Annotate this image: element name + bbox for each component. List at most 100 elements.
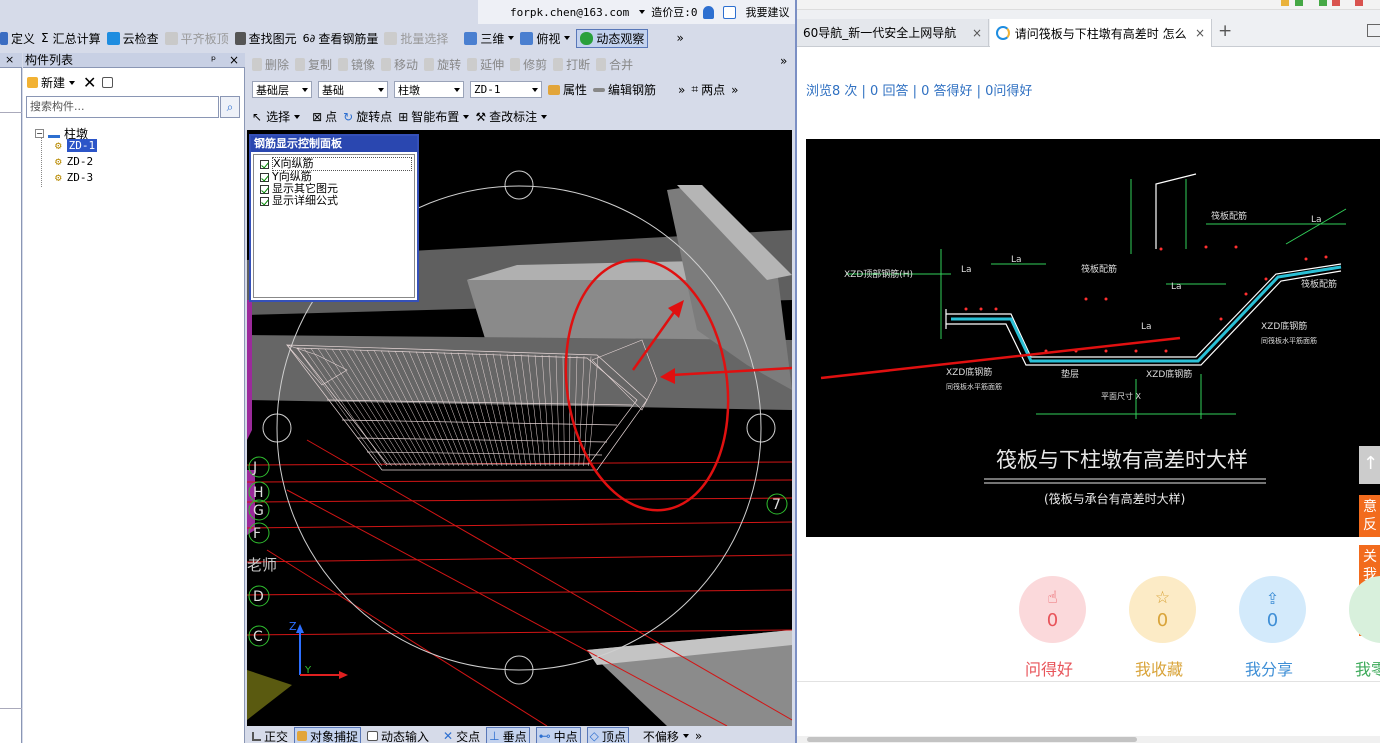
good-question-label[interactable]: 问得好 — [1025, 656, 1073, 680]
more-icon[interactable]: » — [780, 54, 787, 68]
bookmark-icon[interactable] — [1295, 0, 1303, 6]
new-tab-button[interactable]: + — [1218, 21, 1232, 41]
component-list-panel: 构件列表 ᵖ × 新建 ✕ 搜索构件... ⌕ − 柱墩 ⚙ ZD-1 ⚙ ZD… — [23, 53, 245, 743]
gear-icon: ⚙ — [55, 139, 62, 152]
batch-select-button[interactable]: 批量选择 — [384, 30, 448, 47]
checkbox-icon[interactable] — [260, 184, 269, 194]
window-icon[interactable] — [1367, 24, 1380, 37]
bookmark-icon[interactable] — [1332, 0, 1340, 6]
bookmark-icon[interactable] — [1319, 0, 1327, 6]
bookmark-icon[interactable] — [1281, 0, 1289, 6]
merge-button[interactable]: 合并 — [596, 56, 633, 73]
copy-icon — [295, 58, 306, 71]
fourth-action-label[interactable]: 我零 — [1355, 656, 1380, 680]
chevron-down-icon — [541, 114, 548, 119]
close-icon[interactable]: × — [972, 26, 982, 40]
mirror-button[interactable]: 镜像 — [338, 56, 375, 73]
floor-combo[interactable]: 基础层 — [252, 81, 312, 98]
align-top-button[interactable]: 平齐板顶 — [164, 30, 229, 47]
tree-item[interactable]: ⚙ ZD-2 — [55, 155, 93, 168]
extend-button[interactable]: 延伸 — [467, 56, 504, 73]
bell-icon[interactable] — [703, 5, 717, 19]
feedback-button[interactable]: 意反 — [1359, 495, 1380, 537]
more-icon[interactable]: » — [678, 83, 685, 97]
ortho-toggle[interactable]: 正交 — [252, 728, 288, 743]
copy-button[interactable]: 复制 — [295, 56, 332, 73]
3d-view-button[interactable]: 三维 — [464, 30, 515, 47]
checkbox-icon[interactable] — [260, 159, 269, 169]
define-icon — [0, 31, 8, 45]
intersection-snap[interactable]: ✕ 交点 — [443, 728, 480, 743]
rebar-option-formula[interactable]: 显示详细公式 — [254, 195, 414, 207]
point-button[interactable]: ⊠ 点 — [312, 108, 337, 125]
smart-layout-button[interactable]: ⊞ 智能布置 — [398, 108, 470, 125]
midpoint-snap[interactable]: ⊷ 中点 — [535, 726, 581, 743]
rebar-option-x[interactable]: X向纵筋 — [254, 157, 414, 171]
cloud-check-button[interactable]: 云检查 — [106, 30, 159, 47]
rotate-point-button[interactable]: ↻ 旋转点 — [343, 108, 392, 125]
favorite-button[interactable]: ☆ 0 — [1129, 576, 1196, 643]
more-icon[interactable]: » — [731, 83, 738, 97]
select-button[interactable]: ↖ 选择 — [252, 108, 301, 125]
vertex-snap[interactable]: ◇ 顶点 — [586, 726, 629, 743]
checkbox-icon[interactable] — [260, 196, 269, 206]
top-view-button[interactable]: 俯视 — [520, 30, 571, 47]
component-combo[interactable]: ZD-1 — [470, 81, 542, 98]
edit-label-button[interactable]: ⚒ 查改标注 — [475, 108, 548, 125]
type-combo[interactable]: 柱墩 — [394, 81, 464, 98]
scrollbar-thumb[interactable] — [807, 737, 1137, 742]
snap-toggle[interactable]: 对象捕捉 — [294, 726, 362, 743]
bookmark-icon[interactable] — [1355, 0, 1363, 6]
pencil-icon — [252, 58, 262, 71]
cad-drawing: XZD顶部钢筋(H) La La 筏板配筋 La La La XZD底钢筋 同筏… — [820, 173, 1347, 506]
favorite-label[interactable]: 我收藏 — [1135, 656, 1183, 680]
search-icon[interactable]: ⌕ — [220, 96, 240, 118]
tree-item[interactable]: ⚙ ZD-3 — [55, 171, 93, 184]
more-icon[interactable]: » — [676, 31, 683, 45]
edit-rebar-button[interactable]: 编辑钢筋 — [593, 81, 656, 98]
find-element-button[interactable]: 查找图元 — [234, 30, 297, 47]
orbit-handle[interactable] — [504, 170, 534, 200]
dynamic-input-toggle[interactable]: 动态输入 — [367, 728, 429, 743]
new-component-button[interactable]: 新建 — [27, 74, 76, 91]
define-button[interactable]: 定义 — [0, 30, 35, 47]
delete-icon[interactable]: ✕ — [83, 73, 96, 92]
two-point-button[interactable]: ⌗ 两点 — [691, 81, 725, 98]
tree-item[interactable]: ⚙ ZD-1 — [55, 139, 98, 152]
trim-button[interactable]: 修剪 — [510, 56, 547, 73]
user-email[interactable]: forpk.chen@163.com — [510, 6, 629, 19]
component-search-input[interactable]: 搜索构件... — [26, 96, 219, 118]
edge-shape — [247, 300, 252, 440]
more-icon[interactable]: » — [695, 729, 702, 743]
checkbox-icon[interactable] — [260, 172, 269, 182]
move-button[interactable]: 移动 — [381, 56, 418, 73]
tab-question[interactable]: 请问筏板与下柱墩有高差时 怎么 × — [990, 19, 1212, 47]
chevron-down-icon — [294, 114, 301, 119]
perpendicular-snap[interactable]: ⊥ 垂点 — [486, 726, 530, 743]
back-to-top-icon[interactable]: ↑ — [1359, 446, 1380, 484]
copy-icon[interactable] — [102, 77, 116, 88]
chat-icon[interactable] — [723, 5, 739, 19]
rotate-button[interactable]: 旋转 — [424, 56, 461, 73]
fourth-action-button[interactable] — [1349, 576, 1380, 643]
properties-button[interactable]: 属性 — [548, 81, 587, 98]
share-label[interactable]: 我分享 — [1245, 656, 1293, 680]
category-combo[interactable]: 基础 — [318, 81, 388, 98]
tab-nav-360[interactable]: 60导航_新一代安全上网导航 × — [797, 19, 989, 46]
offset-combo[interactable]: 不偏移 — [643, 728, 689, 743]
pin-icon[interactable]: ᵖ — [211, 53, 216, 67]
dynamic-view-button[interactable]: 动态观察 — [576, 28, 649, 48]
view-rebar-button[interactable]: 6∂ 查看钢筋量 — [303, 30, 379, 47]
share-button[interactable]: ⇪ 0 — [1239, 576, 1306, 643]
collapse-icon[interactable]: − — [35, 129, 44, 138]
delete-button[interactable]: 删除 — [252, 56, 289, 73]
break-button[interactable]: 打断 — [553, 56, 590, 73]
horizontal-scrollbar[interactable] — [797, 736, 1380, 743]
chevron-down-icon[interactable] — [635, 10, 646, 14]
close-icon[interactable]: × — [0, 53, 22, 68]
summary-calc-button[interactable]: Σ 汇总计算 — [41, 30, 101, 47]
close-icon[interactable]: × — [1195, 26, 1205, 40]
good-question-button[interactable]: ☝ 0 — [1019, 576, 1086, 643]
close-icon[interactable]: × — [229, 53, 239, 67]
suggest-link[interactable]: 我要建议 — [745, 4, 789, 20]
